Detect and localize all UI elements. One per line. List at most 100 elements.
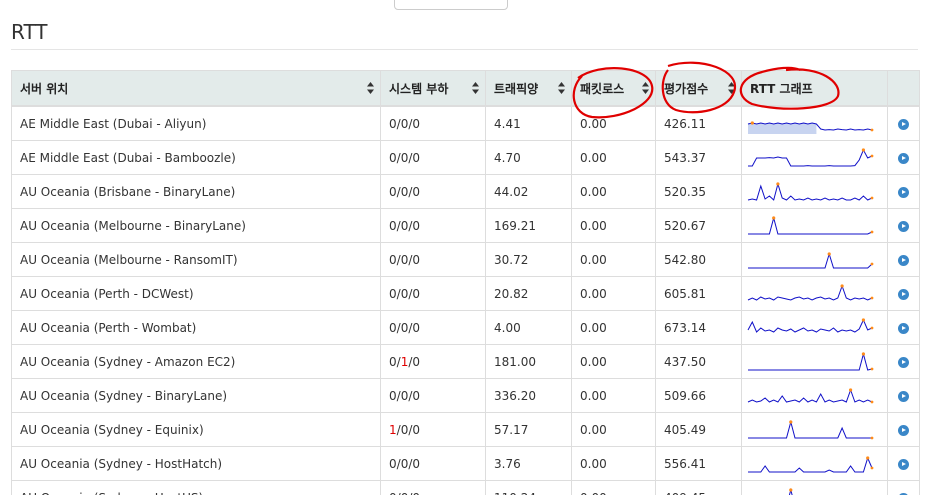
play-circle-icon[interactable] (898, 288, 909, 300)
cell-packet-loss: 0.00 (571, 378, 656, 413)
load-part: 0 (389, 491, 397, 495)
rtt-sparkline-line (788, 487, 793, 495)
rtt-peak-marker (866, 455, 870, 460)
table-row[interactable]: AU Oceania (Sydney - Amazon EC2) 0/1/0 181… (11, 344, 920, 379)
sort-icon[interactable] (367, 82, 374, 94)
col-header-label: 시스템 부하 (389, 81, 449, 96)
play-circle-icon[interactable] (898, 356, 909, 368)
cell-packet-loss: 0.00 (571, 276, 656, 311)
cell-action (887, 378, 920, 413)
table-row[interactable]: AE Middle East (Dubai - Bamboozle) 0/0/0 4… (11, 140, 920, 175)
cell-packet-loss: 0.00 (571, 480, 656, 495)
cell-system-load: 0/0/0 (380, 208, 486, 243)
table-row[interactable]: AU Oceania (Sydney - Equinix) 1/0/0 57.17 0… (11, 412, 920, 447)
play-circle-icon[interactable] (898, 458, 909, 470)
cell-packet-loss: 0.00 (571, 344, 656, 379)
cell-packet-loss: 0.00 (571, 446, 656, 481)
rtt-sparkline-fill (748, 122, 817, 134)
cell-location: AU Oceania (Melbourne - BinaryLane) (11, 208, 381, 243)
rtt-sparkline-line (748, 419, 872, 438)
rtt-sparkline-line (747, 284, 873, 301)
rtt-peak-marker (772, 215, 776, 220)
table-row[interactable]: AU Oceania (Sydney - HostHatch) 0/0/0 3.76… (11, 446, 920, 481)
col-header-system-load[interactable]: 시스템 부하 (380, 70, 486, 107)
cell-system-load: 0/0/0 (380, 480, 486, 495)
load-part: 0 (412, 252, 421, 267)
rtt-sparkline-line (748, 148, 873, 166)
table-row[interactable]: AU Oceania (Brisbane - BinaryLane) 0/0/0 4… (11, 174, 920, 209)
rtt-last-marker (870, 367, 874, 370)
rtt-peak-marker (861, 147, 865, 152)
load-part: 0 (412, 320, 421, 335)
table-row[interactable]: AU Oceania (Perth - DCWest) 0/0/0 20.82 0.0… (11, 276, 920, 311)
table-row[interactable]: AU Oceania (Sydney - HostUS)0/0/0110.240… (11, 480, 920, 495)
rtt-last-marker (870, 262, 874, 265)
rtt-sparkline (747, 181, 874, 201)
play-circle-icon[interactable] (898, 152, 909, 164)
play-circle-icon[interactable] (898, 220, 909, 232)
rtt-sparkline (748, 251, 874, 268)
play-circle-icon[interactable] (898, 186, 909, 198)
cell-rtt-graph (741, 242, 888, 277)
cell-action (887, 412, 920, 447)
cell-rtt-graph (741, 480, 888, 495)
rtt-last-marker (870, 436, 874, 439)
cell-score: 409.45 (655, 480, 742, 495)
rtt-last-marker (870, 466, 874, 469)
cell-rtt-graph (741, 140, 888, 175)
rtt-peak-marker (861, 351, 865, 356)
rtt-sparkline-line (747, 318, 873, 333)
cell-traffic: 4.00 (485, 310, 572, 345)
sort-icon[interactable] (728, 82, 735, 94)
cell-location: AE Middle East (Dubai - Aliyun) (11, 105, 381, 141)
cell-traffic: 336.20 (485, 378, 572, 413)
play-circle-icon[interactable] (898, 322, 909, 334)
cell-traffic: 4.70 (485, 140, 572, 175)
rtt-sparkline-line (747, 388, 873, 403)
sort-icon[interactable] (642, 82, 649, 94)
cell-score: 542.80 (655, 242, 742, 277)
col-header-action (887, 70, 920, 107)
load-part: 0 (389, 116, 397, 131)
cell-system-load: 0/0/0 (380, 242, 486, 277)
rtt-peak-marker (789, 487, 793, 492)
play-circle-icon[interactable] (898, 118, 909, 130)
cell-rtt-graph (741, 378, 888, 413)
rtt-peak-marker (840, 283, 844, 288)
table-row[interactable]: AE Middle East (Dubai - Aliyun) 0/0/0 4.41… (11, 105, 920, 141)
load-part: 0 (389, 286, 397, 301)
cell-location: AU Oceania (Melbourne - RansomIT) (11, 242, 381, 277)
table-row[interactable]: AU Oceania (Sydney - BinaryLane) 0/0/0 336… (11, 378, 920, 413)
load-part: 0 (389, 218, 397, 233)
table-row[interactable]: AU Oceania (Perth - Wombat) 0/0/0 4.00 0.00… (11, 310, 920, 345)
table-row[interactable]: AU Oceania (Melbourne - BinaryLane) 0/0/0… (11, 208, 920, 243)
cell-location: AU Oceania (Sydney - HostUS) (11, 480, 381, 495)
rtt-peak-marker (849, 387, 853, 392)
col-header-location[interactable]: 서버 위치 (11, 70, 381, 107)
col-header-traffic[interactable]: 트래픽양 (485, 70, 572, 107)
top-partial-button[interactable] (394, 0, 508, 10)
cell-traffic: 169.21 (485, 208, 572, 243)
cell-traffic: 3.76 (485, 446, 572, 481)
cell-action (887, 446, 920, 481)
play-circle-icon[interactable] (898, 390, 909, 402)
cell-location: AU Oceania (Sydney - HostHatch) (11, 446, 381, 481)
play-circle-icon[interactable] (898, 424, 909, 436)
cell-action (887, 480, 920, 495)
rtt-last-marker (870, 196, 874, 199)
sort-icon[interactable] (558, 82, 565, 94)
rtt-last-marker (870, 326, 874, 329)
cell-score: 509.66 (655, 378, 742, 413)
cell-score: 543.37 (655, 140, 742, 175)
load-part: 0 (412, 456, 421, 471)
table-row[interactable]: AU Oceania (Melbourne - RansomIT) 0/0/0 30… (11, 242, 920, 277)
col-header-score[interactable]: 평가점수 (655, 70, 742, 107)
rtt-last-marker (870, 230, 874, 233)
rtt-sparkline (747, 283, 874, 301)
play-circle-icon[interactable] (898, 254, 909, 266)
rtt-sparkline-line (747, 181, 873, 201)
sort-icon[interactable] (472, 82, 479, 94)
col-header-packet-loss[interactable]: 패킷로스 (571, 70, 656, 107)
rtt-sparkline-line (748, 215, 873, 234)
rtt-peak-marker (827, 251, 831, 256)
